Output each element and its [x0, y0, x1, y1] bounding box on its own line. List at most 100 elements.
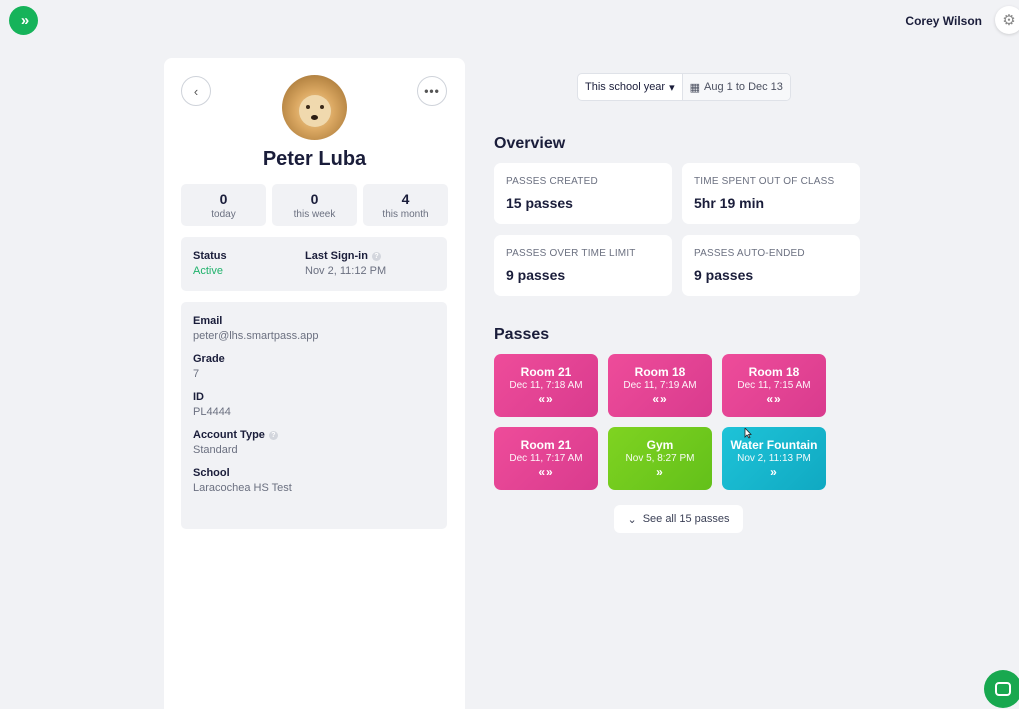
date-range-label: Aug 1 to Dec 13 — [704, 81, 783, 93]
stat-value: 4 — [401, 190, 410, 207]
detail-title: ID — [193, 391, 435, 403]
chat-support-button[interactable] — [984, 670, 1019, 708]
student-profile-panel: ‹ ••• Peter Luba 0 today 0 this week 4 t… — [164, 58, 465, 709]
detail-title-text: ID — [193, 391, 204, 403]
date-range-filter: This school year ▾ ▦ Aug 1 to Dec 13 — [577, 73, 791, 101]
pass-direction-icon: «» — [652, 392, 668, 406]
avatar-eye — [320, 105, 324, 109]
see-all-passes-button[interactable]: ⌄ See all 15 passes — [614, 505, 743, 533]
avatar-face — [299, 95, 331, 127]
detail-title: Grade — [193, 353, 435, 365]
pass-stats: 0 today 0 this week 4 this month — [181, 184, 448, 226]
stat-label: this month — [382, 208, 429, 220]
avatar — [282, 75, 347, 140]
status-value: Active — [193, 265, 223, 277]
pass-time: Nov 5, 8:27 PM — [625, 453, 695, 464]
pass-time: Dec 11, 7:17 AM — [509, 453, 583, 464]
pass-direction-icon: » — [770, 465, 778, 479]
stat-this-month: 4 this month — [363, 184, 448, 226]
detail-email: Email peter@lhs.smartpass.app — [193, 315, 435, 342]
overview-card-label: PASSES CREATED — [506, 176, 598, 187]
back-button[interactable]: ‹ — [181, 76, 211, 106]
avatar-eye — [306, 105, 310, 109]
avatar-nose — [311, 115, 318, 120]
overview-card-passes-created: PASSES CREATED 15 passes — [494, 163, 672, 224]
pass-destination: Water Fountain — [730, 438, 818, 452]
last-signin-title: Last Sign-in — [305, 250, 368, 262]
detail-title-text: School — [193, 467, 230, 479]
last-signin-column: Last Sign-in ? Nov 2, 11:12 PM — [305, 250, 386, 277]
stat-label: today — [211, 208, 236, 220]
pass-card[interactable]: Room 21 Dec 11, 7:18 AM «» — [494, 354, 598, 417]
overview-card-label: PASSES OVER TIME LIMIT — [506, 248, 636, 259]
pass-time: Dec 11, 7:19 AM — [623, 380, 697, 391]
last-signin-title-row: Last Sign-in ? — [305, 250, 386, 262]
pass-card[interactable]: Room 18 Dec 11, 7:19 AM «» — [608, 354, 712, 417]
app-logo-icon[interactable]: » — [9, 6, 38, 35]
detail-value: peter@lhs.smartpass.app — [193, 330, 319, 342]
overview-card-over-limit: PASSES OVER TIME LIMIT 9 passes — [494, 235, 672, 296]
pass-direction-icon: «» — [538, 392, 554, 406]
detail-title: Email — [193, 315, 435, 327]
last-signin-value: Nov 2, 11:12 PM — [305, 265, 387, 277]
stat-label: this week — [293, 208, 336, 220]
stat-value: 0 — [310, 190, 319, 207]
overview-card-value: 9 passes — [506, 267, 566, 283]
settings-gear-icon[interactable]: ⚙ — [995, 6, 1019, 34]
overview-card-auto-ended: PASSES AUTO-ENDED 9 passes — [682, 235, 860, 296]
pass-direction-icon: «» — [766, 392, 782, 406]
date-range-button[interactable]: ▦ Aug 1 to Dec 13 — [682, 74, 790, 100]
passes-title: Passes — [494, 326, 550, 343]
period-select-label: This school year — [585, 81, 666, 93]
pass-destination: Room 18 — [748, 365, 800, 379]
pass-card[interactable]: Gym Nov 5, 8:27 PM » — [608, 427, 712, 490]
detail-title-text: Grade — [193, 353, 225, 365]
pass-direction-icon: «» — [538, 465, 554, 479]
passes-grid: Room 21 Dec 11, 7:18 AM «» Room 18 Dec 1… — [494, 354, 826, 490]
pass-direction-icon: » — [656, 465, 664, 479]
overview-card-value: 15 passes — [506, 195, 573, 211]
help-icon[interactable]: ? — [371, 251, 381, 261]
student-details: Email peter@lhs.smartpass.app Grade 7 ID… — [181, 302, 447, 529]
overview-card-value: 5hr 19 min — [694, 195, 765, 211]
detail-value: PL4444 — [193, 406, 231, 418]
pass-card[interactable]: Water Fountain Nov 2, 11:13 PM » — [722, 427, 826, 490]
status-title: Status — [193, 250, 227, 262]
period-select[interactable]: This school year ▾ — [578, 74, 683, 100]
profile-name: Peter Luba — [262, 148, 367, 170]
see-all-label: See all 15 passes — [642, 513, 730, 525]
stat-today: 0 today — [181, 184, 266, 226]
stat-this-week: 0 this week — [272, 184, 357, 226]
pass-destination: Room 21 — [520, 438, 572, 452]
help-icon[interactable]: ? — [268, 430, 278, 440]
detail-title: School — [193, 467, 435, 479]
detail-value: Standard — [193, 444, 238, 456]
pass-destination: Room 21 — [520, 365, 572, 379]
detail-school: School Laracochea HS Test — [193, 467, 435, 494]
overview-cards: PASSES CREATED 15 passes TIME SPENT OUT … — [494, 163, 860, 296]
pass-card[interactable]: Room 18 Dec 11, 7:15 AM «» — [722, 354, 826, 417]
status-column: Status Active — [193, 250, 227, 277]
more-options-button[interactable]: ••• — [417, 76, 447, 106]
overview-title: Overview — [494, 135, 566, 152]
stat-value: 0 — [219, 190, 228, 207]
user-name[interactable]: Corey Wilson — [905, 14, 982, 28]
detail-title-text: Email — [193, 315, 223, 327]
caret-down-icon: ▾ — [669, 81, 675, 94]
overview-card-time-out: TIME SPENT OUT OF CLASS 5hr 19 min — [682, 163, 860, 224]
pass-time: Nov 2, 11:13 PM — [737, 453, 811, 464]
detail-account-type: Account Type ? Standard — [193, 429, 435, 456]
pass-time: Dec 11, 7:18 AM — [509, 380, 583, 391]
chat-bubble-icon — [995, 682, 1011, 696]
pass-destination: Room 18 — [634, 365, 686, 379]
overview-card-label: PASSES AUTO-ENDED — [694, 248, 805, 259]
pass-destination: Gym — [646, 438, 674, 452]
pass-card[interactable]: Room 21 Dec 11, 7:17 AM «» — [494, 427, 598, 490]
mouse-cursor-icon — [744, 428, 752, 439]
detail-value: 7 — [193, 368, 200, 380]
overview-card-label: TIME SPENT OUT OF CLASS — [694, 176, 835, 187]
pass-time: Dec 11, 7:15 AM — [737, 380, 811, 391]
chevron-down-icon: ⌄ — [627, 513, 637, 526]
detail-id: ID PL4444 — [193, 391, 435, 418]
detail-grade: Grade 7 — [193, 353, 435, 380]
